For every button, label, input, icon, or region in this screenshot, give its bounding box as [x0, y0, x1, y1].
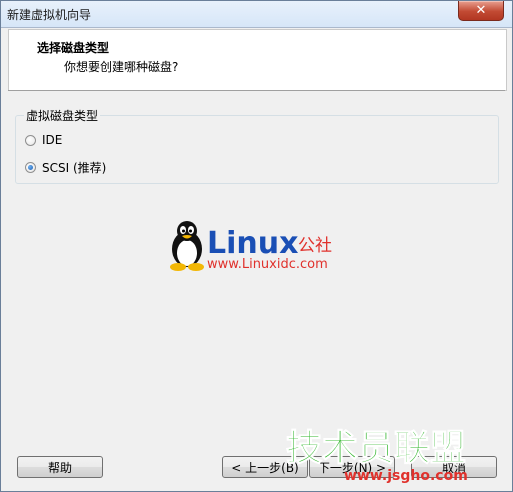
close-button[interactable]: ✕	[458, 1, 504, 21]
new-vm-wizard-window: 新建虚拟机向导 ✕ 选择磁盘类型 你想要创建哪种磁盘? 虚拟磁盘类型 IDE S…	[0, 0, 513, 492]
linux-logo-suffix: 公社	[298, 236, 332, 256]
linux-logo-url: www.Linuxidc.com	[207, 257, 328, 272]
window-title: 新建虚拟机向导	[7, 8, 92, 22]
jsgho-watermark-logo: 技术员联盟 www.jsgho.com	[284, 422, 484, 490]
radio-scsi-label: SCSI (推荐)	[42, 161, 107, 175]
radio-scsi-button[interactable]	[25, 162, 36, 173]
jsgho-logo-name: 技术员联盟	[286, 428, 466, 469]
radio-ide-label: IDE	[42, 133, 63, 147]
disk-type-group-label: 虚拟磁盘类型	[24, 107, 101, 124]
page-title: 选择磁盘类型	[37, 41, 110, 55]
header-divider	[8, 90, 505, 91]
close-icon: ✕	[475, 3, 487, 18]
linux-watermark-logo: Linux 公社 www.Linuxidc.com	[167, 219, 352, 277]
linux-logo-name: Linux	[207, 226, 298, 261]
radio-ide-button[interactable]	[25, 134, 36, 146]
tux-penguin-icon: Linux 公社 www.Linuxidc.com	[170, 221, 332, 272]
jsgho-logo-url: www.jsgho.com	[344, 468, 468, 484]
page-subtitle: 你想要创建哪种磁盘?	[64, 60, 179, 74]
title-bar[interactable]: 新建虚拟机向导 ✕	[1, 1, 512, 28]
wizard-header: 选择磁盘类型 你想要创建哪种磁盘?	[8, 29, 507, 91]
radio-ide[interactable]: IDE	[25, 133, 62, 147]
help-button[interactable]: 帮助	[17, 456, 103, 478]
radio-scsi[interactable]: SCSI (推荐)	[25, 159, 106, 176]
